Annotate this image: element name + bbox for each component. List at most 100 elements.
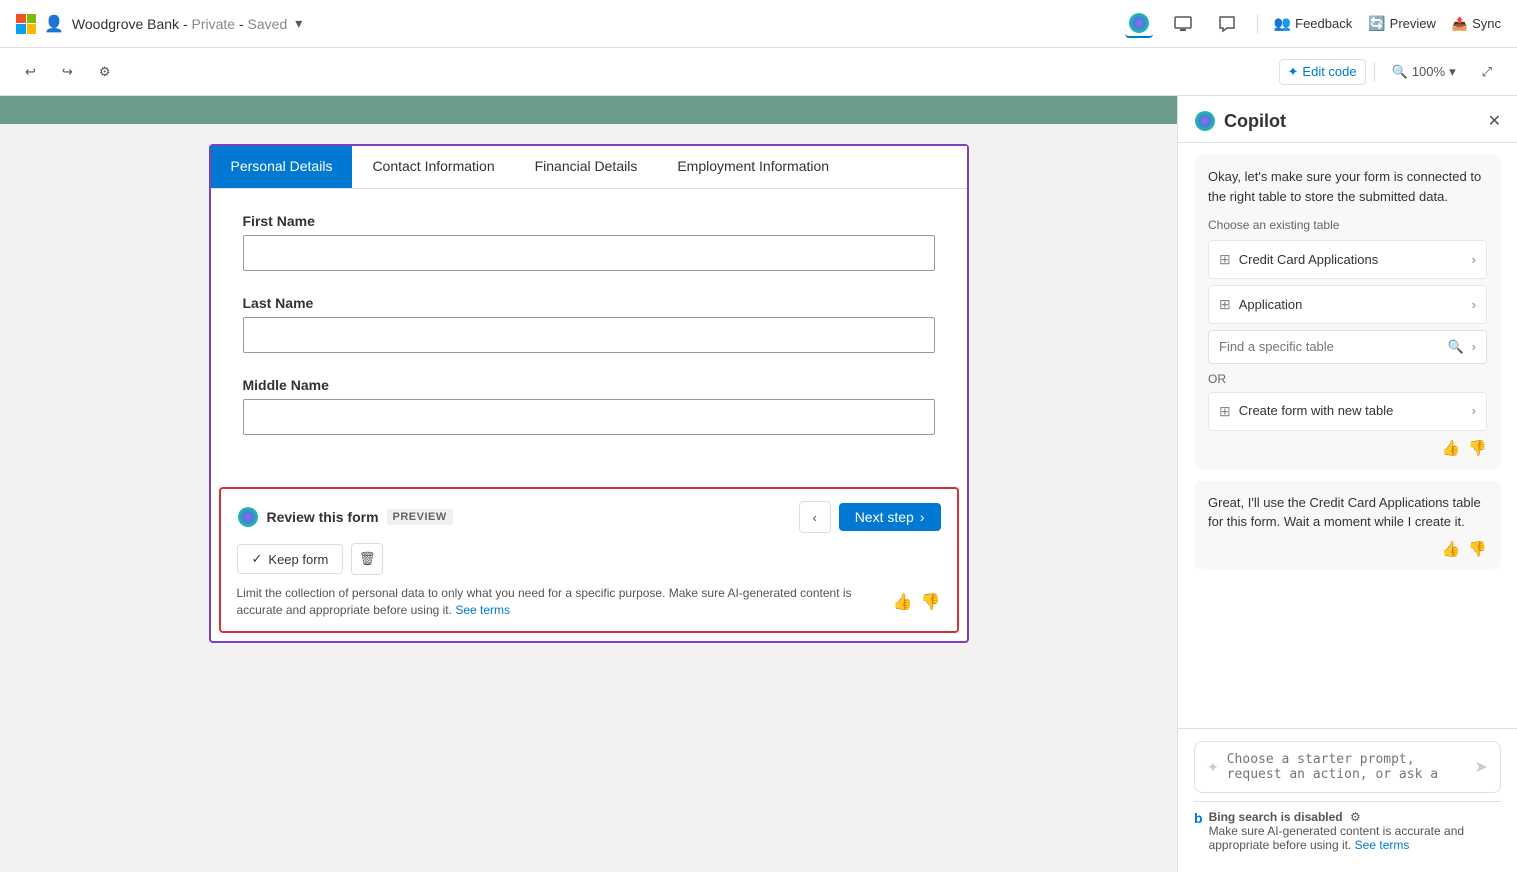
prev-button[interactable]: ‹ (799, 501, 831, 533)
copilot-header: Copilot ✕ (1178, 96, 1517, 143)
connection-icon: ⚙ (99, 64, 111, 80)
tab-contact-information[interactable]: Contact Information (352, 146, 514, 188)
last-name-label: Last Name (243, 295, 935, 311)
divider (1257, 14, 1258, 34)
add-table-icon: ⊞ (1219, 401, 1231, 422)
delete-form-button[interactable]: 🗑 (351, 543, 383, 575)
device-icon[interactable] (1169, 10, 1197, 38)
bubble1-thumbs-down[interactable]: 👎 (1468, 439, 1487, 457)
form-container: Personal Details Contact Information Fin… (209, 144, 969, 643)
table-search-box[interactable]: 🔍 › (1208, 330, 1487, 364)
copilot-review-icon (237, 506, 259, 528)
or-label: OR (1208, 370, 1487, 388)
see-terms-link[interactable]: See terms (455, 603, 510, 617)
chat-input[interactable] (1227, 752, 1467, 782)
zoom-button[interactable]: 🔍 100% ▾ (1383, 59, 1465, 85)
last-name-input[interactable] (243, 317, 935, 353)
preview-icon: 🔄 (1368, 15, 1385, 32)
thumbs-down-button[interactable]: 👎 (921, 592, 941, 612)
middle-name-field: Middle Name (243, 377, 935, 435)
canvas: Personal Details Contact Information Fin… (0, 96, 1177, 872)
first-name-field: First Name (243, 213, 935, 271)
thumbs-up-button[interactable]: 👍 (893, 592, 913, 612)
topbar-right: 👥 Feedback 🔄 Preview 📤 Sync (1125, 10, 1501, 38)
arrow-right-icon: › (1472, 250, 1476, 270)
bubble2-thumbs-up[interactable]: 👍 (1442, 540, 1461, 558)
check-icon: ✓ (252, 551, 263, 567)
undo-button[interactable]: ↩ (16, 59, 45, 85)
redo-button[interactable]: ↪ (53, 59, 82, 85)
fullscreen-button[interactable]: ⤢ (1473, 59, 1501, 85)
copilot-body: Okay, let's make sure your form is conne… (1178, 143, 1517, 728)
zoom-icon: 🔍 (1392, 64, 1408, 80)
sync-button[interactable]: 📤 Sync (1452, 16, 1501, 32)
review-bar-header: Review this form PREVIEW ‹ Next step › (237, 501, 941, 533)
choose-table-label: Choose an existing table (1208, 216, 1487, 234)
tab-financial-details[interactable]: Financial Details (515, 146, 658, 188)
arrow-right-icon-3: › (1472, 337, 1476, 357)
table-search-input[interactable] (1219, 339, 1439, 354)
first-name-input[interactable] (243, 235, 935, 271)
copilot-message-1: Okay, let's make sure your form is conne… (1194, 155, 1501, 469)
keep-form-button[interactable]: ✓ Keep form (237, 544, 344, 574)
bubble1-thumbs-up[interactable]: 👍 (1442, 439, 1461, 457)
bubble2-footer: 👍 👎 (1208, 540, 1487, 558)
chevron-down-icon[interactable]: ▾ (295, 15, 302, 32)
topbar-title: Woodgrove Bank - Private - Saved (72, 16, 287, 32)
first-name-label: First Name (243, 213, 935, 229)
chat-icon[interactable] (1213, 10, 1241, 38)
arrow-right-icon-4: › (1472, 401, 1476, 421)
review-bar-actions: ‹ Next step › (799, 501, 941, 533)
middle-name-label: Middle Name (243, 377, 935, 393)
copilot-close-button[interactable]: ✕ (1488, 111, 1501, 131)
create-new-table-option[interactable]: ⊞ Create form with new table › (1208, 392, 1487, 431)
topbar-left: 👤 Woodgrove Bank - Private - Saved ▾ (16, 14, 1117, 34)
form-body: First Name Last Name Middle Name (211, 189, 967, 483)
undo-icon: ↩ (25, 64, 36, 80)
review-bar: Review this form PREVIEW ‹ Next step › (219, 487, 959, 633)
redo-icon: ↪ (62, 64, 73, 80)
bing-icon: b (1194, 810, 1203, 826)
bing-see-terms-link[interactable]: See terms (1355, 838, 1410, 852)
canvas-header-bar (0, 96, 1177, 124)
chevron-zoom-icon: ▾ (1449, 64, 1456, 80)
copilot-icon[interactable] (1125, 10, 1153, 38)
middle-name-input[interactable] (243, 399, 935, 435)
review-actions-row: ✓ Keep form 🗑 (237, 543, 941, 575)
thumb-buttons: 👍 👎 (893, 592, 941, 612)
bubble1-footer: 👍 👎 (1208, 439, 1487, 457)
table-option-application[interactable]: ⊞ Application › (1208, 285, 1487, 324)
next-step-button[interactable]: Next step › (839, 503, 941, 531)
bing-notice: b Bing search is disabled ⚙ Make sure AI… (1194, 801, 1501, 860)
next-arrow-icon: › (920, 509, 925, 525)
arrow-right-icon-2: › (1472, 295, 1476, 315)
review-bar-title: Review this form PREVIEW (237, 506, 453, 528)
expand-icon: ⤢ (1482, 64, 1492, 80)
divider2 (1374, 62, 1375, 82)
canvas-inner: Personal Details Contact Information Fin… (0, 124, 1177, 683)
ms-logo-icon (16, 14, 36, 34)
preview-badge: PREVIEW (387, 509, 453, 525)
chat-send-button[interactable]: ➤ (1475, 757, 1488, 777)
feedback-button[interactable]: 👥 Feedback (1274, 15, 1353, 32)
review-disclaimer: Limit the collection of personal data to… (237, 585, 893, 619)
copilot-footer: ✦ ➤ b Bing search is disabled ⚙ Make sur… (1178, 728, 1517, 872)
table-option-credit-card[interactable]: ⊞ Credit Card Applications › (1208, 240, 1487, 279)
trash-icon: 🗑 (359, 551, 376, 567)
chat-input-wrap: ✦ ➤ (1194, 741, 1501, 793)
copilot-header-icon (1194, 110, 1216, 132)
topbar: 👤 Woodgrove Bank - Private - Saved ▾ (0, 0, 1517, 48)
tab-personal-details[interactable]: Personal Details (211, 146, 353, 188)
sparkle-icon: ✦ (1207, 759, 1219, 776)
bubble2-thumbs-down[interactable]: 👎 (1468, 540, 1487, 558)
preview-button[interactable]: 🔄 Preview (1368, 15, 1436, 32)
tab-employment-information[interactable]: Employment Information (657, 146, 849, 188)
table-grid-icon-2: ⊞ (1219, 294, 1231, 315)
sync-icon: 📤 (1452, 16, 1468, 32)
bing-settings-icon[interactable]: ⚙ (1350, 810, 1361, 824)
copilot-message-2: Great, I'll use the Credit Card Applicat… (1194, 481, 1501, 570)
form-tabs: Personal Details Contact Information Fin… (211, 146, 967, 189)
edit-code-button[interactable]: ✦ Edit code (1279, 59, 1366, 85)
connection-button[interactable]: ⚙ (90, 59, 120, 85)
copilot-panel: Copilot ✕ Okay, let's make sure your for… (1177, 96, 1517, 872)
